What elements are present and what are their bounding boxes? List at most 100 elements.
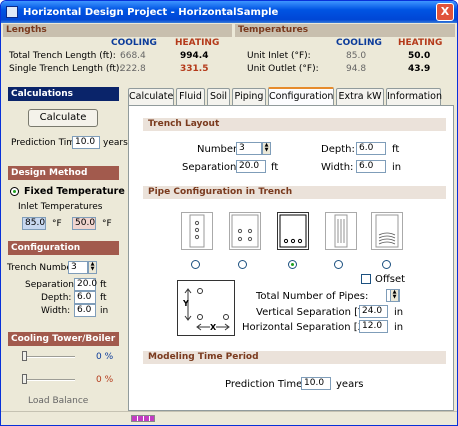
pipe-config-5-icon (375, 214, 399, 248)
app-icon (6, 6, 18, 18)
pipe-config-radio-5[interactable] (382, 260, 391, 269)
unit-inlet-heating: 50.0 (408, 51, 431, 61)
depth-input[interactable]: 6.0 (74, 291, 96, 304)
pipe-config-radio-4[interactable] (334, 260, 343, 269)
single-trench-heating: 331.5 (180, 64, 209, 74)
width-input[interactable]: 6.0 (74, 304, 96, 317)
load-balance-label: Load Balance (28, 396, 89, 406)
inlet-temperatures-label: Inlet Temperatures (18, 202, 103, 212)
title-bar[interactable]: Horizontal Design Project - HorizontalSa… (1, 1, 457, 23)
pipe-config-radio-2[interactable] (238, 260, 247, 269)
single-trench-length-label: Single Trench Length (ft): (9, 64, 123, 74)
diagram-y-label: Y (183, 299, 189, 308)
pipe-config-option-3[interactable] (277, 212, 309, 250)
diagram-x-label: X (210, 323, 217, 332)
pipe-config-radio-3[interactable] (288, 260, 297, 269)
pipe-config-option-2[interactable] (229, 212, 261, 250)
inlet-heat-input[interactable]: 50.0 (72, 217, 96, 230)
tab-extra-kw[interactable]: Extra kW (336, 88, 384, 105)
trench-number-spinner[interactable]: ▲ ▼ (88, 261, 97, 274)
modeling-prediction-input[interactable]: 10.0 (301, 377, 331, 390)
inlet-cool-input[interactable]: 85.0 (22, 217, 46, 230)
tab-soil[interactable]: Soil (207, 88, 230, 105)
vertical-separation-unit: in (394, 307, 404, 318)
calculations-header: Calculations (8, 87, 119, 101)
boiler-slider-thumb[interactable] (22, 374, 27, 384)
lengths-header: Lengths (3, 24, 232, 37)
sidebar: Calculations Calculate Prediction Time: … (4, 83, 128, 411)
prediction-time-unit: years (103, 138, 128, 148)
cooling-tower-slider-thumb[interactable] (22, 351, 27, 361)
temperatures-header: Temperatures (235, 24, 455, 37)
close-button[interactable]: X (436, 3, 454, 21)
pipe-config-header: Pipe Configuration in Trench (143, 186, 446, 199)
depth-input-main[interactable]: 6.0 (356, 142, 386, 155)
single-trench-cooling: 222.8 (120, 64, 146, 74)
lengths-heating-label: HEATING (175, 38, 220, 48)
pipe-config-3-icon (279, 214, 307, 248)
pipe-config-option-5[interactable] (371, 212, 403, 250)
number-input[interactable]: 3 (236, 142, 262, 155)
separation-label: Separation: (25, 280, 77, 290)
tab-bar: Calculate Fluid Soil Piping Configuratio… (128, 87, 454, 106)
separation-input[interactable]: 20.0 (74, 278, 97, 291)
configuration-header: Configuration (8, 241, 119, 255)
offset-label: Offset (375, 274, 406, 285)
tab-configuration[interactable]: Configuration (268, 87, 334, 106)
tab-fluid[interactable]: Fluid (176, 88, 205, 105)
spacing-diagram-graphic (184, 288, 230, 331)
tab-information[interactable]: Information (386, 88, 442, 105)
app-window: Horizontal Design Project - HorizontalSa… (0, 0, 458, 426)
unit-inlet-cooling: 85.0 (346, 51, 367, 61)
design-method-header: Design Method (8, 166, 119, 180)
fixed-temperature-label: Fixed Temperature (24, 186, 125, 197)
pipe-config-option-4[interactable] (325, 212, 357, 250)
status-bar (1, 411, 457, 425)
summary-panel: Lengths Temperatures COOLING HEATING Tot… (3, 24, 455, 79)
inlet-heat-unit: °F (102, 219, 112, 229)
unit-outlet-heating: 43.9 (408, 64, 431, 74)
horizontal-separation-unit: in (394, 322, 404, 333)
temps-heating-label: HEATING (398, 38, 443, 48)
depth-unit-main: ft (392, 144, 400, 155)
prediction-time-input[interactable]: 10.0 (72, 136, 100, 149)
offset-checkbox[interactable] (361, 274, 371, 284)
vertical-separation-input[interactable]: 24.0 (359, 305, 388, 318)
width-input-main[interactable]: 6.0 (356, 160, 386, 173)
cooling-tower-pct: 0 % (96, 352, 114, 362)
vertical-separation-label: Vertical Separation [Y]: (256, 307, 372, 318)
separation-input-main[interactable]: 20.0 (236, 160, 266, 173)
width-unit: in (100, 306, 109, 316)
number-label: Number: (197, 144, 241, 155)
temps-cooling-label: COOLING (336, 38, 382, 48)
width-label-main: Width: (321, 162, 354, 173)
pipe-config-1-icon (189, 214, 205, 248)
fixed-temperature-radio[interactable] (10, 187, 19, 196)
depth-label: Depth: (41, 293, 72, 303)
pipe-config-radio-1[interactable] (191, 260, 200, 269)
horizontal-separation-label: Horizontal Separation [X]: (242, 322, 372, 333)
modeling-prediction-label: Prediction Time: (225, 379, 306, 390)
total-pipes-label: Total Number of Pipes: (256, 291, 369, 302)
configuration-panel: Trench Layout Number: 3 ▲ ▼ Separation: 2… (128, 105, 454, 411)
separation-unit-main: ft (271, 162, 279, 173)
horizontal-separation-input[interactable]: 12.0 (359, 320, 388, 333)
pipe-config-4-icon (334, 214, 348, 248)
tab-piping[interactable]: Piping (232, 88, 266, 105)
calculate-button[interactable]: Calculate (28, 109, 98, 127)
width-unit-main: in (392, 162, 402, 173)
cooling-tower-slider[interactable] (23, 356, 75, 358)
boiler-slider[interactable] (23, 379, 75, 381)
progress-indicator (131, 415, 155, 422)
tab-calculate[interactable]: Calculate (128, 88, 174, 105)
unit-outlet-label: Unit Outlet (°F): (247, 64, 319, 74)
number-spinner[interactable]: ▲ ▼ (262, 142, 271, 155)
inlet-cool-unit: °F (52, 219, 62, 229)
trench-number-input[interactable]: 3 (68, 261, 88, 274)
unit-inlet-label: Unit Inlet (°F): (247, 51, 311, 61)
separation-unit: ft (100, 280, 107, 290)
spacing-diagram: Y X (177, 280, 235, 336)
pipe-config-option-1[interactable] (181, 212, 213, 250)
total-pipes-spinner[interactable]: ▲ ▼ (390, 289, 399, 302)
modeling-prediction-unit: years (336, 379, 364, 390)
